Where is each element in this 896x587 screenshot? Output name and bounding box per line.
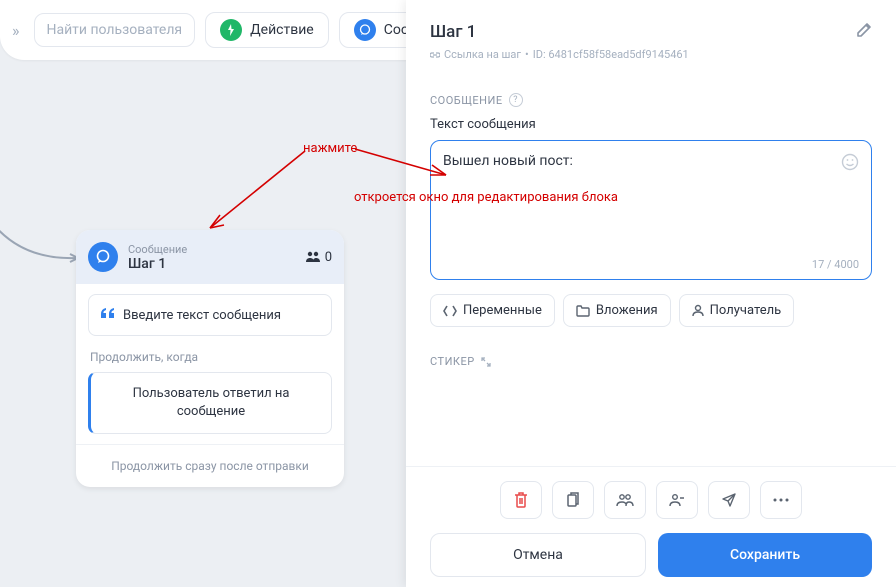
node-type-label: Сообщение [128, 243, 187, 256]
expand-icon[interactable]: » [8, 17, 24, 44]
cancel-button[interactable]: Отмена [430, 533, 646, 577]
message-node[interactable]: Сообщение Шаг 1 0 Введите текст сообщени… [76, 230, 344, 487]
search-input[interactable]: Найти пользователя [34, 13, 196, 47]
link-icon [430, 50, 440, 60]
help-icon[interactable]: ? [509, 93, 523, 107]
side-panel: Шаг 1 Ссылка на шаг • ID: 6481cf58f58ead… [406, 0, 896, 587]
section-message-header: СООБЩЕНИЕ ? [430, 93, 872, 107]
user-minus-icon [669, 493, 685, 507]
send-button[interactable] [708, 481, 750, 519]
more-button[interactable] [760, 481, 802, 519]
flow-edge [0, 220, 70, 270]
trash-icon [514, 492, 528, 508]
recipient-button[interactable]: Получатель [679, 294, 795, 327]
continue-immediately[interactable]: Продолжить сразу после отправки [76, 444, 344, 487]
edit-title-button[interactable] [856, 22, 872, 42]
users-icon [305, 251, 321, 263]
enter-text-label: Введите текст сообщения [123, 308, 281, 323]
remove-user-button[interactable] [656, 481, 698, 519]
chat-icon [88, 242, 118, 272]
enter-message-text[interactable]: Введите текст сообщения [88, 294, 332, 336]
panel-header: Шаг 1 Ссылка на шаг • ID: 6481cf58f58ead… [406, 0, 896, 75]
users-button[interactable] [604, 481, 646, 519]
node-user-count: 0 [305, 250, 332, 265]
action-pill[interactable]: Действие [205, 12, 329, 48]
dots-icon [773, 498, 789, 502]
message-textarea[interactable]: Вышел новый пост: [431, 141, 871, 251]
save-button[interactable]: Сохранить [658, 533, 872, 577]
chat-icon [354, 19, 376, 41]
panel-title: Шаг 1 [430, 22, 856, 42]
panel-meta: Ссылка на шаг • ID: 6481cf58f58ead5df914… [430, 48, 872, 61]
action-pill-label: Действие [250, 22, 314, 38]
folder-icon [576, 305, 590, 317]
send-icon [721, 492, 737, 508]
user-icon [692, 304, 704, 317]
emoji-icon[interactable] [841, 153, 859, 175]
quote-icon [101, 307, 115, 323]
copy-icon [566, 492, 580, 508]
lightning-icon [220, 19, 242, 41]
users-icon [616, 493, 634, 507]
char-counter: 17 / 4000 [812, 258, 859, 271]
copy-button[interactable] [552, 481, 594, 519]
attachments-button[interactable]: Вложения [563, 294, 671, 327]
section-sticker-header[interactable]: СТИКЕР [430, 355, 872, 368]
message-editor[interactable]: Вышел новый пост: 17 / 4000 [430, 140, 872, 280]
text-field-label: Текст сообщения [430, 117, 872, 132]
code-icon [443, 305, 457, 317]
expand-icon [481, 357, 491, 367]
delete-button[interactable] [500, 481, 542, 519]
node-header: Сообщение Шаг 1 0 [76, 230, 344, 284]
continue-condition[interactable]: Пользователь ответил на сообщение [88, 372, 332, 434]
continue-when-label: Продолжить, когда [90, 350, 332, 364]
variables-button[interactable]: Переменные [430, 294, 555, 327]
node-title: Шаг 1 [128, 256, 187, 272]
canvas[interactable]: Сообщение Шаг 1 0 Введите текст сообщени… [0, 60, 400, 587]
